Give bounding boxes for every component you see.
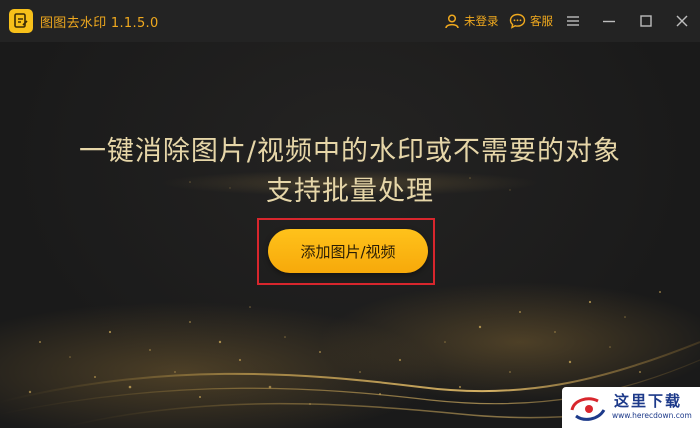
- customer-service-label: 客服: [530, 14, 553, 28]
- headline-line-1: 一键消除图片/视频中的水印或不需要的对象: [78, 136, 622, 167]
- minimize-icon: [603, 20, 615, 23]
- user-icon: [445, 14, 459, 29]
- maximize-icon: [640, 15, 652, 27]
- chat-bubble-icon: [509, 13, 526, 29]
- hamburger-menu-icon: [567, 16, 579, 26]
- login-button[interactable]: 未登录: [444, 11, 499, 31]
- title-bar: 图图去水印 1.1.5.0 未登录 客服: [0, 0, 700, 42]
- watermark-text: 这里下载: [614, 392, 683, 410]
- site-watermark: 这里下载 www.herecdown.com: [562, 387, 700, 428]
- main-area: 一键消除图片/视频中的水印或不需要的对象 支持批量处理 添加图片/视频 这里下载…: [0, 42, 700, 428]
- close-icon: [676, 15, 688, 27]
- watermark-logo-icon: [570, 397, 606, 421]
- watermark-url: www.herecdown.com: [612, 411, 692, 420]
- add-media-button[interactable]: 添加图片/视频: [268, 229, 428, 273]
- app-title: 图图去水印 1.1.5.0: [40, 16, 159, 31]
- app-logo-icon: [9, 9, 33, 33]
- login-label: 未登录: [464, 14, 499, 28]
- maximize-button[interactable]: [636, 11, 656, 31]
- customer-service-button[interactable]: 客服: [509, 11, 553, 31]
- minimize-button[interactable]: [599, 11, 619, 31]
- headline-line-2: 支持批量处理: [266, 176, 434, 207]
- close-button[interactable]: [672, 11, 692, 31]
- menu-button[interactable]: [563, 11, 583, 31]
